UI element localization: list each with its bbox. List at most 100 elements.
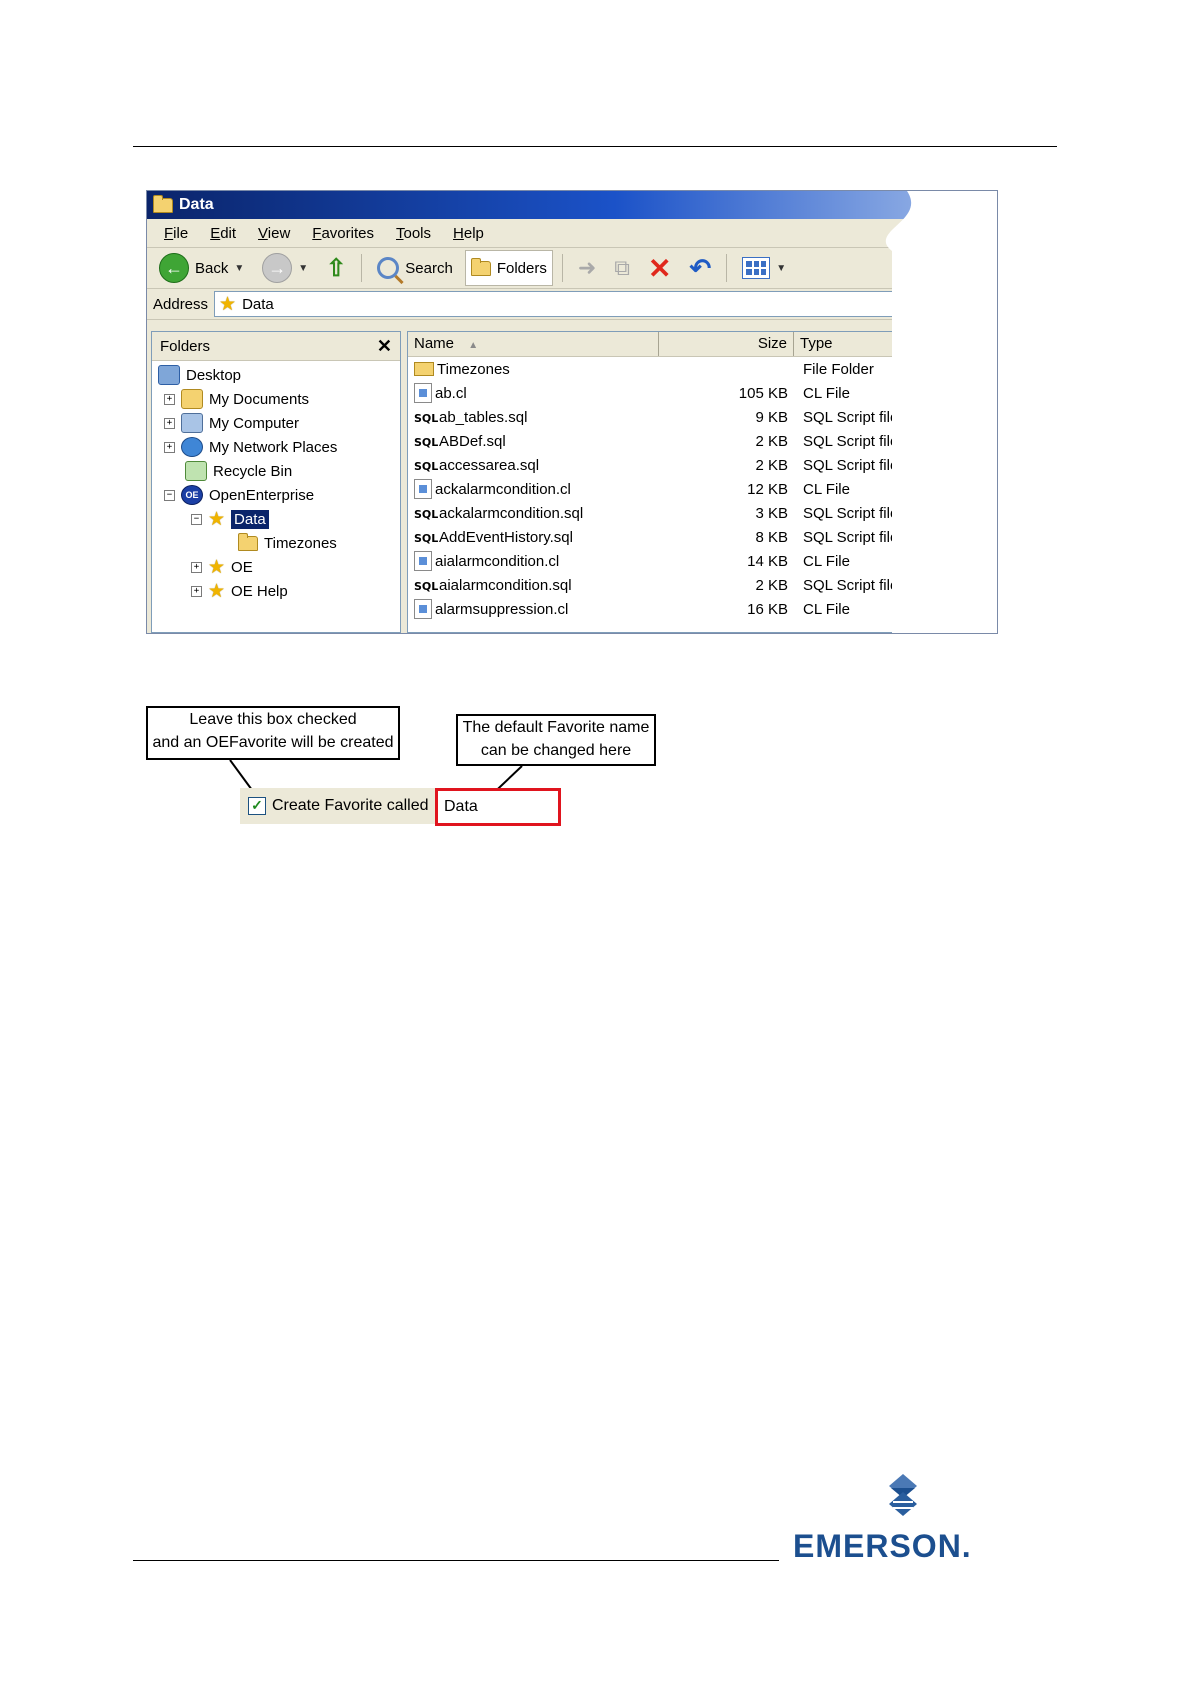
tree-item-oe[interactable]: + ★ OE bbox=[191, 556, 253, 578]
expand-icon[interactable]: + bbox=[164, 441, 175, 453]
file-row[interactable]: ab.cl 105 KB CL File bbox=[408, 381, 996, 405]
file-name-cell: Timezones bbox=[408, 361, 659, 378]
undo-icon: ↶ bbox=[689, 252, 712, 283]
tree-item-label: Desktop bbox=[186, 366, 242, 384]
file-row[interactable]: SQL ackalarmcondition.sql 3 KB SQL Script f… bbox=[408, 501, 996, 525]
column-size[interactable]: Size bbox=[659, 332, 794, 356]
file-rows: Timezones File Folder ab.cl 105 KB CL File SQ… bbox=[408, 357, 996, 621]
tree-item-my-network-places[interactable]: + My Network Places bbox=[164, 436, 337, 458]
menu-file[interactable]: File bbox=[153, 225, 199, 242]
expand-icon[interactable]: + bbox=[191, 561, 202, 573]
folders-pane-header: Folders ✕ bbox=[152, 332, 400, 361]
collapse-icon[interactable]: − bbox=[164, 489, 175, 501]
back-arrow-icon: ← bbox=[159, 253, 189, 283]
views-button[interactable]: ▼ bbox=[736, 250, 792, 286]
tree-item-oe-help[interactable]: + ★ OE Help bbox=[191, 580, 288, 602]
create-favorite-row: ✓ Create Favorite called bbox=[240, 788, 436, 824]
search-button[interactable]: Search bbox=[371, 250, 459, 286]
address-value: Data bbox=[242, 295, 274, 313]
move-to-button[interactable]: ➜ bbox=[572, 250, 602, 286]
menu-edit[interactable]: Edit bbox=[199, 225, 247, 242]
toolbar-separator bbox=[726, 254, 728, 282]
forward-button[interactable]: → ▼ bbox=[256, 250, 314, 286]
callout-line: The default Favorite name bbox=[462, 719, 650, 736]
views-dropdown-icon[interactable]: ▼ bbox=[776, 263, 786, 274]
delete-icon: ✕ bbox=[648, 252, 672, 284]
file-row[interactable]: SQL aialarmcondition.sql 2 KB SQL Script fi… bbox=[408, 573, 996, 597]
create-favorite-checkbox[interactable]: ✓ bbox=[248, 797, 266, 815]
favorite-star-icon: ★ bbox=[208, 556, 226, 578]
expand-icon[interactable]: + bbox=[164, 393, 175, 405]
file-list: Name ▲ Size Type Timezones File Folder ab.… bbox=[407, 331, 997, 633]
back-dropdown-icon[interactable]: ▼ bbox=[234, 263, 244, 274]
file-size: 16 KB bbox=[747, 600, 788, 618]
file-row[interactable]: alarmsuppression.cl 16 KB CL File bbox=[408, 597, 996, 621]
address-field[interactable]: ★ Data bbox=[214, 291, 997, 317]
openenterprise-icon: OE bbox=[181, 485, 203, 505]
desktop-icon bbox=[158, 365, 180, 385]
favorite-name-field[interactable]: Data bbox=[435, 788, 561, 826]
name-callout: The default Favorite name can be changed… bbox=[456, 714, 656, 766]
favorite-name-value: Data bbox=[444, 798, 478, 815]
file-row[interactable]: aialarmcondition.cl 14 KB CL File bbox=[408, 549, 996, 573]
file-name-cell: alarmsuppression.cl bbox=[408, 599, 659, 619]
window-title: Data bbox=[179, 196, 214, 213]
column-type[interactable]: Type bbox=[794, 332, 996, 356]
collapse-icon[interactable]: − bbox=[191, 513, 202, 525]
tree-item-data[interactable]: − ★ Data bbox=[191, 508, 269, 530]
tree-item-label: OE bbox=[231, 558, 253, 576]
close-icon[interactable]: ✕ bbox=[377, 336, 392, 357]
column-label: Type bbox=[800, 335, 833, 352]
folders-pane-title: Folders bbox=[160, 337, 211, 355]
expand-icon[interactable]: + bbox=[191, 585, 202, 597]
file-row[interactable]: Timezones File Folder bbox=[408, 357, 996, 381]
favorite-star-icon: ★ bbox=[219, 293, 237, 315]
file-row[interactable]: SQL ABDef.sql 2 KB SQL Script file bbox=[408, 429, 996, 453]
forward-dropdown-icon[interactable]: ▼ bbox=[298, 263, 308, 274]
file-name: ABDef.sql bbox=[439, 432, 506, 450]
folders-button[interactable]: Folders bbox=[464, 250, 553, 286]
menu-tools[interactable]: Tools bbox=[385, 225, 442, 242]
title-bar[interactable]: Data bbox=[147, 191, 997, 219]
sql-file-icon: SQL bbox=[414, 412, 439, 425]
file-size: 2 KB bbox=[755, 432, 788, 450]
file-row[interactable]: SQL ab_tables.sql 9 KB SQL Script file bbox=[408, 405, 996, 429]
tree-item-label: My Documents bbox=[209, 390, 310, 408]
tree-item-my-computer[interactable]: + My Computer bbox=[164, 412, 299, 434]
file-name-cell: ackalarmcondition.cl bbox=[408, 479, 659, 499]
footer-rule bbox=[133, 1560, 779, 1561]
tree-item-my-documents[interactable]: + My Documents bbox=[164, 388, 309, 410]
tree-item-openenterprise[interactable]: − OE OpenEnterprise bbox=[164, 484, 314, 506]
column-name[interactable]: Name ▲ bbox=[408, 332, 659, 356]
file-row[interactable]: ackalarmcondition.cl 12 KB CL File bbox=[408, 477, 996, 501]
folders-icon bbox=[470, 257, 491, 276]
up-folder-icon: ⇧ bbox=[326, 254, 347, 282]
undo-button[interactable]: ↶ bbox=[683, 250, 717, 286]
menu-view[interactable]: View bbox=[247, 225, 301, 242]
tree-item-recycle-bin[interactable]: Recycle Bin bbox=[185, 460, 292, 482]
favorite-star-icon: ★ bbox=[208, 508, 226, 530]
menu-favorites[interactable]: Favorites bbox=[301, 225, 385, 242]
file-row[interactable]: SQL accessarea.sql 2 KB SQL Script file bbox=[408, 453, 996, 477]
file-name-cell: SQL ackalarmcondition.sql bbox=[408, 503, 659, 523]
expand-icon[interactable]: + bbox=[164, 417, 175, 429]
up-folder-button[interactable]: ⇧ bbox=[320, 250, 352, 286]
favorite-star-icon: ★ bbox=[208, 580, 226, 602]
file-name: ab.cl bbox=[435, 384, 467, 402]
cl-file-icon bbox=[414, 551, 432, 571]
file-name-cell: SQL ABDef.sql bbox=[408, 431, 659, 451]
delete-button[interactable]: ✕ bbox=[642, 250, 677, 286]
file-name: ackalarmcondition.cl bbox=[435, 480, 571, 498]
tree-item-desktop[interactable]: Desktop bbox=[158, 364, 241, 386]
menu-help[interactable]: Help bbox=[442, 225, 495, 242]
folder-icon bbox=[238, 532, 258, 551]
tree-item-timezones[interactable]: Timezones bbox=[238, 532, 337, 554]
network-places-icon bbox=[181, 437, 203, 457]
copy-to-button[interactable]: ⧉ bbox=[608, 250, 636, 286]
file-row[interactable]: SQL AddEventHistory.sql 8 KB SQL Script fil… bbox=[408, 525, 996, 549]
back-button[interactable]: ← Back ▼ bbox=[153, 250, 250, 286]
file-size: 12 KB bbox=[747, 480, 788, 498]
file-type: CL File bbox=[803, 480, 850, 498]
toolbar: ← Back ▼ → ▼ ⇧ Search Folders ➜ ⧉ ✕ ↶ ▼ bbox=[147, 248, 997, 289]
tree-item-label: Data bbox=[231, 509, 269, 529]
